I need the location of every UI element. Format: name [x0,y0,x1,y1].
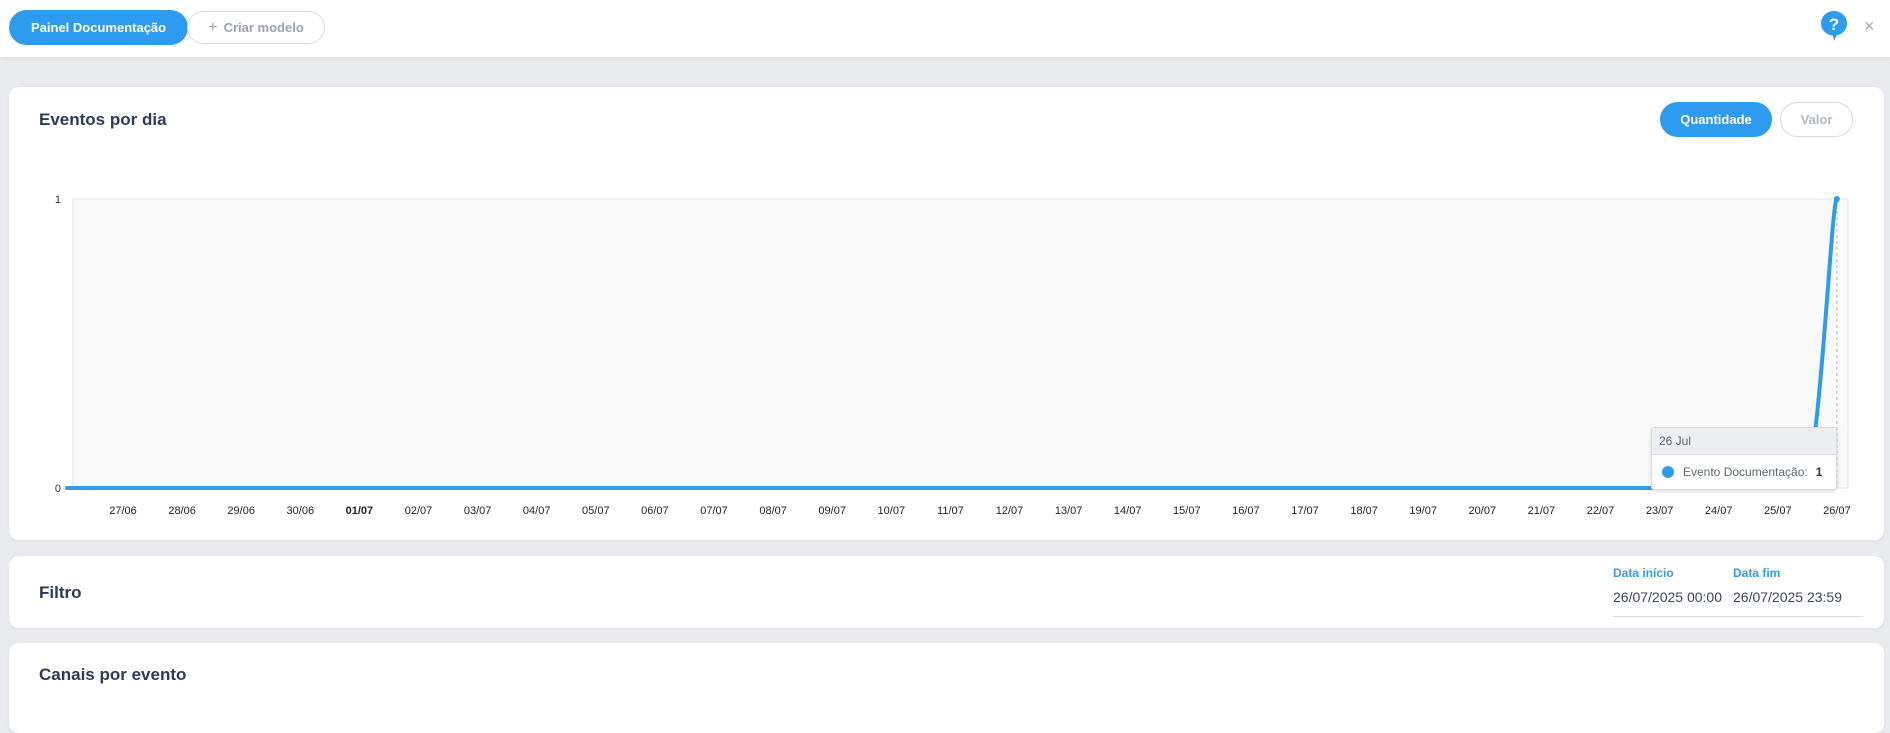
x-tick-label: 30/06 [287,505,315,517]
end-date-value[interactable]: 26/07/2025 23:59 [1733,589,1842,605]
end-date-field[interactable]: Data fim 26/07/2025 23:59 [1733,566,1842,605]
x-tick-label: 20/07 [1469,505,1497,517]
svg-text:?: ? [1829,15,1839,34]
tooltip-date: 26 Jul [1652,428,1836,455]
x-tick-label: 27/06 [109,505,137,517]
filter-title: Filtro [39,583,82,602]
x-tick-label: 23/07 [1646,505,1674,517]
end-date-label: Data fim [1733,566,1781,580]
events-per-day-card: Eventos por dia Quantidade Valor 0 1 27/06… [9,87,1884,540]
filter-card: Filtro Data início 26/07/2025 00:00 Data… [9,556,1884,628]
start-date-value[interactable]: 26/07/2025 00:00 [1613,589,1722,605]
plus-icon: + [208,18,218,36]
events-chart: 0 1 27/06 28/06 29/06 30/06 01/07 02/07 03/07 04/… [55,194,1851,517]
x-tick-label: 06/07 [641,505,669,517]
x-tick-label: 08/07 [759,505,787,517]
x-tick-label: 07/07 [700,505,728,517]
x-tick-label: 09/07 [818,505,846,517]
date-range-underline [1613,616,1863,617]
data-point [1833,196,1840,202]
x-tick-label: 03/07 [464,505,492,517]
painel-documentacao-button[interactable]: Painel Documentação [9,10,189,45]
x-tick-label: 18/07 [1350,505,1378,517]
x-tick-label: 13/07 [1055,505,1083,517]
x-tick-label: 29/06 [227,505,255,517]
series-dot-icon [1662,466,1674,478]
start-date-label: Data início [1613,566,1674,580]
x-tick-label: 02/07 [405,505,433,517]
x-tick-label: 14/07 [1114,505,1142,517]
start-date-field[interactable]: Data início 26/07/2025 00:00 [1613,566,1722,605]
y-tick-label: 1 [55,194,61,206]
x-tick-label: 16/07 [1232,505,1260,517]
x-tick-label: 24/07 [1705,505,1733,517]
help-question-icon[interactable]: ? [1820,10,1848,42]
y-tick-label: 0 [55,483,61,495]
criar-modelo-button[interactable]: + Criar modelo [187,11,325,44]
x-tick-label: 01/07 [346,505,374,517]
tooltip-row: Evento Documentação: 1 [1652,455,1836,489]
x-tick-label: 28/06 [168,505,196,517]
x-tick-label: 19/07 [1409,505,1437,517]
x-tick-label: 10/07 [878,505,906,517]
top-toolbar: Painel Documentação + Criar modelo ? × [0,0,1890,57]
x-tick-label: 05/07 [582,505,610,517]
tooltip-series: Evento Documentação: [1683,465,1808,479]
x-tick-label: 04/07 [523,505,551,517]
channels-title: Canais por evento [39,665,187,684]
x-tick-label: 15/07 [1173,505,1201,517]
x-tick-label: 17/07 [1291,505,1319,517]
x-tick-label: 26/07 [1823,505,1851,517]
chart-tooltip: 26 Jul Evento Documentação: 1 [1651,427,1837,490]
plot-area [72,198,1849,489]
tooltip-value: 1 [1815,465,1823,479]
criar-modelo-label: Criar modelo [223,20,304,35]
close-icon[interactable]: × [1864,14,1875,38]
x-tick-label: 11/07 [937,505,964,517]
x-tick-label: 12/07 [996,505,1024,517]
x-tick-label: 25/07 [1764,505,1792,517]
x-tick-label: 22/07 [1587,505,1615,517]
x-tick-label: 21/07 [1528,505,1556,517]
